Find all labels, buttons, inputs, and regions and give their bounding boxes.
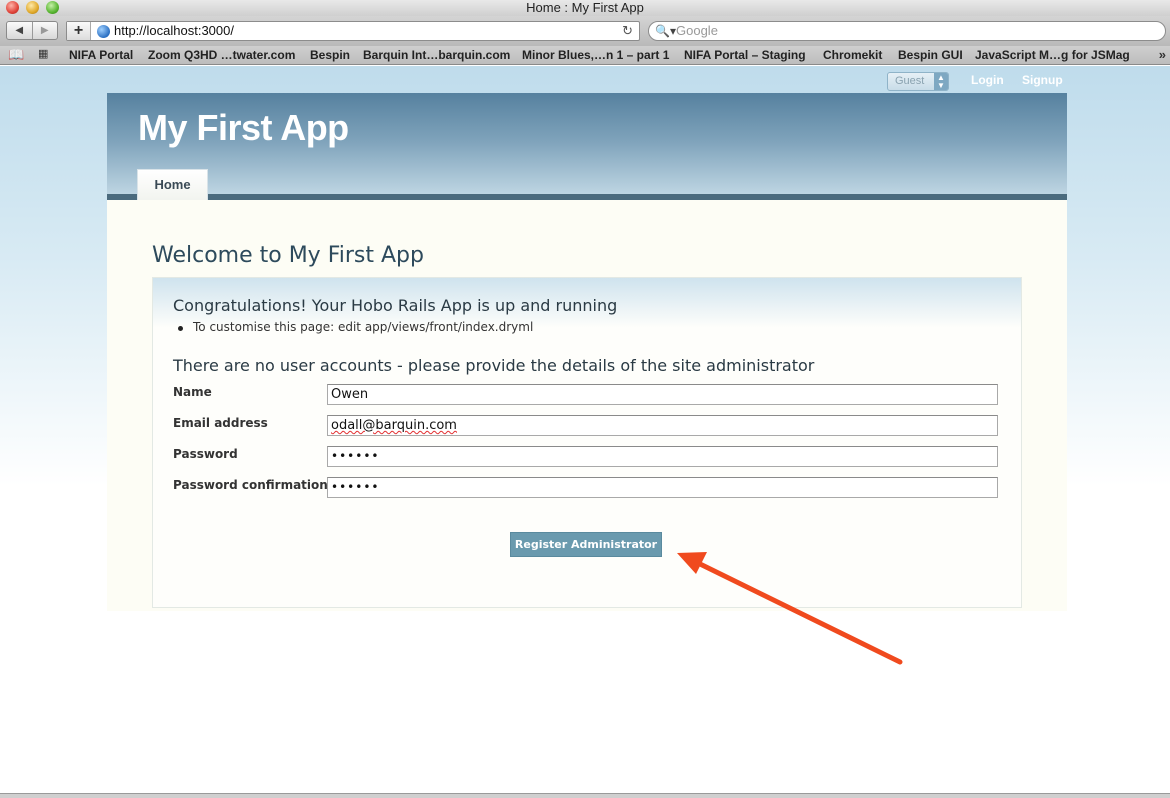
bookmark-item[interactable]: Zoom Q3HD …twater.com [148,47,295,64]
page-title: Welcome to My First App [152,243,424,268]
password-confirmation-label: Password confirmation [173,478,328,492]
email-field[interactable]: odall@barquin.com [327,415,998,436]
search-icon: 🔍▾ [655,24,676,38]
signup-link[interactable]: Signup [1022,73,1063,87]
register-administrator-button[interactable]: Register Administrator [510,532,662,557]
bookmarks-bar: 📖 ▦ NIFA Portal Zoom Q3HD …twater.com Be… [0,46,1170,65]
email-label: Email address [173,416,268,430]
name-label: Name [173,385,212,399]
customise-tip: To customise this page: edit app/views/f… [177,320,534,334]
forward-button[interactable]: ▶ [31,22,58,39]
password-field[interactable]: •••••• [327,446,998,467]
tab-home[interactable]: Home [137,169,208,200]
name-field[interactable]: Owen [327,384,998,405]
name-field-value: Owen [331,387,369,402]
password-label: Password [173,447,238,461]
bookmark-item[interactable]: Bespin GUI [898,47,963,64]
password-field-value: •••••• [331,449,380,463]
url-text[interactable]: http://localhost:3000/ [114,22,234,40]
open-book-icon[interactable]: 📖 [8,46,24,63]
window-titlebar: Home : My First App [0,0,1170,16]
more-bookmarks-icon[interactable]: » [1159,46,1166,63]
app-name[interactable]: My First App [138,107,349,149]
congrats-heading: Congratulations! Your Hobo Rails App is … [173,296,618,315]
bookmark-item[interactable]: Bespin [310,47,350,64]
header-divider [107,194,1067,200]
login-link[interactable]: Login [971,73,1004,87]
globe-icon [97,25,110,38]
zoom-window-icon[interactable] [46,1,59,14]
select-arrows-icon: ▲ ▼ [934,73,948,90]
browser-toolbar: ◀ ▶ + http://localhost:3000/ ↻ 🔍▾ Google [0,16,1170,46]
email-field-value: odall@barquin.com [331,418,457,433]
back-button[interactable]: ◀ [7,22,32,39]
reload-icon[interactable]: ↻ [622,22,633,40]
bookmark-item[interactable]: Chromekit [823,47,882,64]
search-field[interactable]: 🔍▾ Google [648,21,1166,41]
minimize-window-icon[interactable] [26,1,39,14]
window-bottom-edge [0,793,1170,798]
bookmark-item[interactable]: NIFA Portal – Staging [684,47,806,64]
content-panel: Congratulations! Your Hobo Rails App is … [152,277,1022,608]
page-container: My First App Home Welcome to My First Ap… [107,93,1067,611]
window-title: Home : My First App [526,0,644,15]
app-header: My First App Home [107,93,1067,200]
history-buttons: ◀ ▶ [6,21,58,40]
add-bookmark-button[interactable]: + [67,22,91,40]
address-bar[interactable]: + http://localhost:3000/ ↻ [66,21,640,41]
search-placeholder: Google [676,23,718,38]
guest-select[interactable]: Guest ▲ ▼ [887,72,949,91]
bookmark-item[interactable]: Barquin Int…barquin.com [363,47,510,64]
guest-select-value: Guest [895,75,925,87]
password-confirmation-field[interactable]: •••••• [327,477,998,498]
bookmark-item[interactable]: Minor Blues,…n 1 – part 1 [522,47,669,64]
close-window-icon[interactable] [6,1,19,14]
bookmark-item[interactable]: JavaScript M…g for JSMag [975,47,1130,64]
grid-icon[interactable]: ▦ [38,46,48,63]
admin-heading: There are no user accounts - please prov… [173,356,815,375]
bookmark-item[interactable]: NIFA Portal [69,47,133,64]
password-confirmation-value: •••••• [331,480,380,494]
page-viewport: Guest ▲ ▼ Login Signup My First App Home … [0,66,1170,793]
